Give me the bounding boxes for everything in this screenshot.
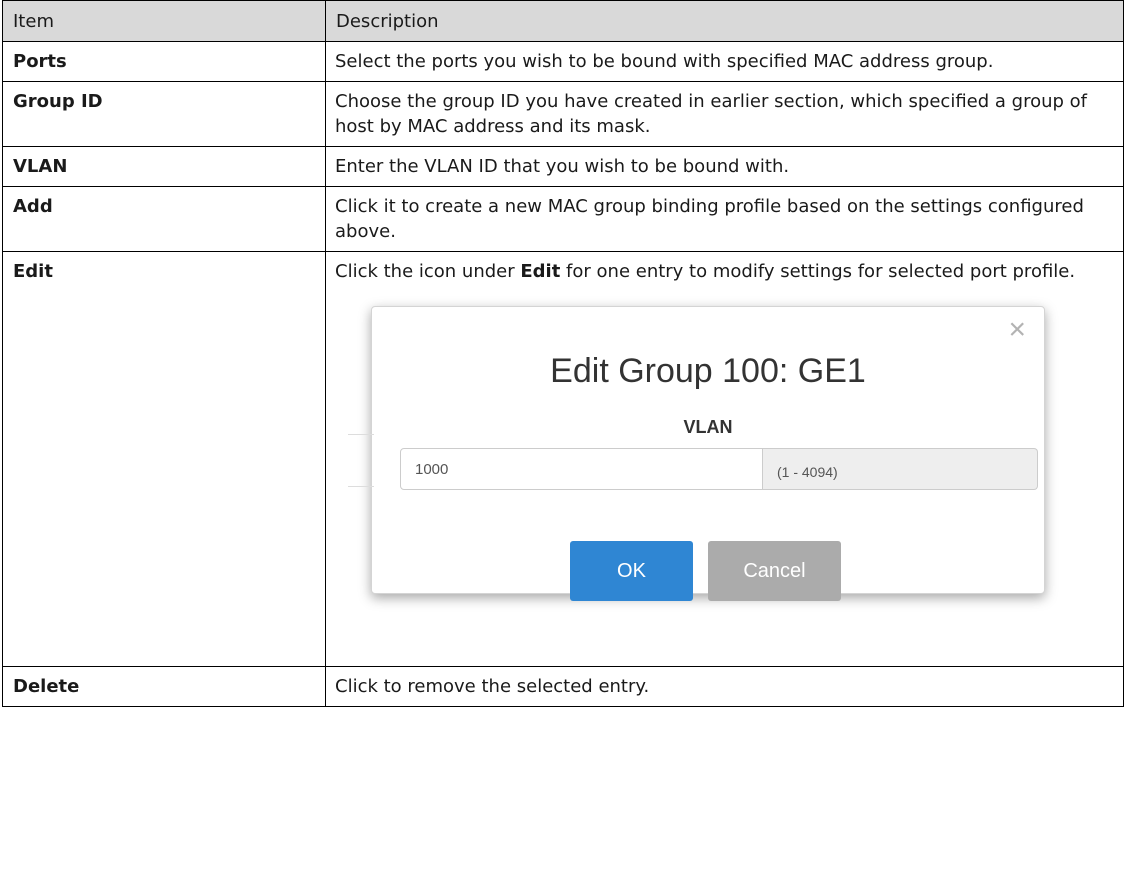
item-group-id: Group ID	[2, 81, 326, 147]
item-vlan: VLAN	[2, 146, 326, 187]
vlan-input[interactable]	[400, 448, 763, 490]
table-row-add: Add Click it to create a new MAC group b…	[2, 186, 1124, 252]
background-divider	[348, 486, 374, 487]
vlan-field-group: (1 - 4094)	[400, 448, 1038, 490]
header-item: Item	[2, 0, 326, 42]
cancel-button[interactable]: Cancel	[708, 541, 841, 601]
description-add: Click it to create a new MAC group bindi…	[325, 186, 1124, 252]
item-add: Add	[2, 186, 326, 252]
vlan-range-hint: (1 - 4094)	[763, 448, 1038, 490]
dialog-title: Edit Group 100: GE1	[550, 352, 866, 390]
header-description: Description	[325, 0, 1124, 42]
ok-button[interactable]: OK	[570, 541, 693, 601]
table-row-delete: Delete Click to remove the selected entr…	[2, 666, 1124, 707]
table-row-vlan: VLAN Enter the VLAN ID that you wish to …	[2, 146, 1124, 187]
description-group-id: Choose the group ID you have created in …	[325, 81, 1124, 147]
description-edit-text: Click the icon under Edit for one entry …	[335, 259, 1113, 284]
table-row-edit: Edit Click the icon under Edit for one e…	[2, 251, 1124, 667]
description-table: Item Description Ports Select the ports …	[2, 0, 1124, 707]
description-edit: Click the icon under Edit for one entry …	[325, 251, 1124, 667]
vlan-field-label: VLAN	[683, 417, 733, 437]
edit-text-bold: Edit	[520, 261, 561, 282]
description-delete: Click to remove the selected entry.	[325, 666, 1124, 707]
dialog-screenshot: × Edit Group 100: GE1 VLAN (1 - 4094) OK…	[335, 290, 1113, 650]
description-ports: Select the ports you wish to be bound wi…	[325, 41, 1124, 82]
item-edit: Edit	[2, 251, 326, 667]
background-divider	[348, 434, 374, 435]
edit-group-dialog: × Edit Group 100: GE1 VLAN (1 - 4094) OK…	[348, 306, 1045, 601]
item-ports: Ports	[2, 41, 326, 82]
table-row-group-id: Group ID Choose the group ID you have cr…	[2, 81, 1124, 147]
item-delete: Delete	[2, 666, 326, 707]
close-icon[interactable]: ×	[1008, 315, 1026, 345]
edit-text-before: Click the icon under	[335, 261, 521, 282]
description-vlan: Enter the VLAN ID that you wish to be bo…	[325, 146, 1124, 187]
edit-text-after: for one entry to modify settings for sel…	[560, 261, 1076, 282]
table-row-ports: Ports Select the ports you wish to be bo…	[2, 41, 1124, 82]
table-header-row: Item Description	[2, 0, 1124, 42]
